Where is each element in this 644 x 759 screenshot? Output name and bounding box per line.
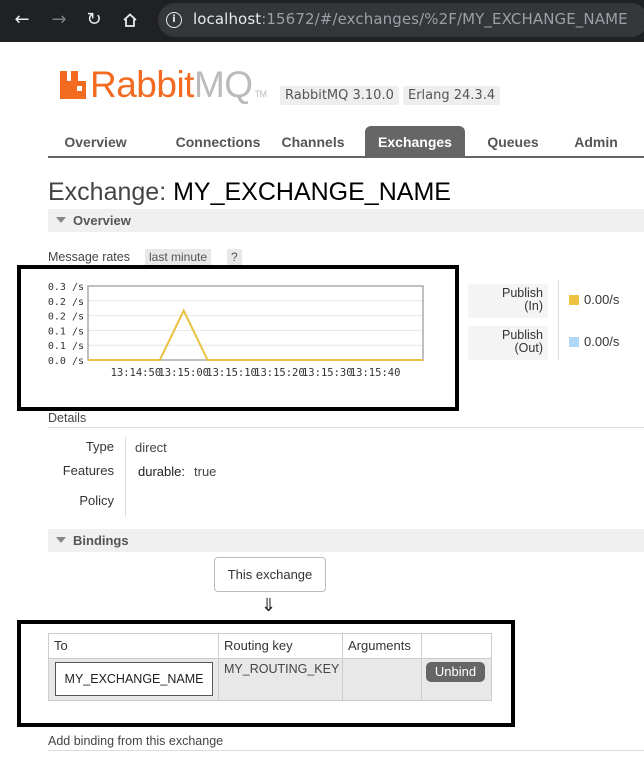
binding-destination-link[interactable]: MY_EXCHANGE_NAME	[55, 662, 213, 696]
legend-divider	[558, 280, 559, 360]
x-tick-label: 13:15:00	[158, 367, 209, 379]
erlang-version-badge: Erlang 24.3.4	[403, 86, 501, 105]
bindings-section-header[interactable]: Bindings	[48, 529, 644, 552]
address-bar[interactable]: i localhost:15672/#/exchanges/%2F/MY_EXC…	[158, 3, 644, 37]
tab-overview[interactable]: Overview	[48, 126, 143, 158]
x-tick-label: 13:15:10	[206, 367, 257, 379]
url-text: localhost:15672/#/exchanges/%2F/MY_EXCHA…	[193, 10, 628, 28]
y-tick-label: 0.1 /s	[48, 326, 84, 337]
overview-section-header[interactable]: Overview	[48, 209, 644, 232]
y-tick-label: 0.2 /s	[48, 297, 84, 308]
cell-divider	[218, 659, 219, 701]
home-icon[interactable]	[119, 9, 141, 31]
unbind-button[interactable]: Unbind	[426, 662, 485, 682]
features-key: durable:	[138, 464, 185, 479]
publish-out-rate: 0.00/s	[584, 334, 620, 349]
y-tick-label: 0.0 /s	[48, 356, 84, 367]
type-value: direct	[135, 440, 167, 455]
details-divider	[48, 427, 644, 428]
legend-publish-out: Publish (Out)	[468, 326, 548, 360]
add-binding-divider	[48, 750, 644, 751]
this-exchange-node: This exchange	[214, 557, 326, 592]
column-header-routing-key: Routing key	[219, 634, 343, 658]
page-title: Exchange: MY_EXCHANGE_NAME	[48, 178, 451, 206]
features-label: Features	[62, 463, 114, 478]
publish-in-rate: 0.00/s	[584, 292, 620, 307]
y-tick-label: 0.1 /s	[48, 341, 84, 352]
column-header-to: To	[49, 634, 219, 658]
overview-section-label: Overview	[73, 213, 131, 228]
tab-channels[interactable]: Channels	[273, 126, 353, 158]
details-label: Details	[48, 411, 87, 425]
policy-label: Policy	[79, 493, 114, 508]
site-info-icon[interactable]: i	[166, 12, 182, 28]
cell-divider	[342, 659, 343, 701]
x-tick-label: 13:14:50	[111, 367, 162, 379]
legend-swatch-in	[569, 295, 579, 305]
rabbitmq-version-badge: RabbitMQ 3.10.0	[280, 86, 399, 105]
legend-publish-in: Publish (In)	[468, 284, 548, 318]
y-tick-label: 0.2 /s	[48, 312, 84, 323]
bindings-section-label: Bindings	[73, 533, 129, 548]
tab-exchanges[interactable]: Exchanges	[365, 126, 465, 158]
collapse-triangle-icon	[56, 537, 66, 543]
details-vline	[125, 437, 126, 517]
x-tick-label: 13:15:20	[254, 367, 305, 379]
bindings-table: To Routing key Arguments MY_EXCHANGE_NAM…	[48, 633, 492, 701]
main-nav-tabs: Overview Connections Channels Exchanges …	[48, 126, 644, 158]
range-selector-chip[interactable]: last minute	[145, 249, 212, 266]
series-line	[88, 308, 423, 361]
tab-queues[interactable]: Queues	[475, 126, 551, 158]
plot-frame	[87, 285, 424, 361]
logo-wordmark: RabbitMQ TM	[90, 64, 267, 105]
forward-arrow-icon[interactable]: →	[48, 9, 70, 31]
help-chip[interactable]: ?	[227, 249, 242, 266]
table-row: MY_EXCHANGE_NAME MY_ROUTING_KEY Unbind	[49, 658, 491, 701]
tab-admin[interactable]: Admin	[560, 126, 632, 158]
x-tick-label: 13:15:40	[350, 367, 401, 379]
legend-swatch-out	[569, 337, 579, 347]
rabbitmq-logo-icon	[60, 71, 86, 99]
message-rates-chart: 0.3 /s 0.2 /s 0.2 /s 0.1 /s 0.1 /s 0.0 /s 13:1…	[48, 282, 424, 379]
features-value: true	[194, 464, 217, 479]
back-arrow-icon[interactable]: ←	[11, 9, 33, 31]
binding-routing-key: MY_ROUTING_KEY	[224, 662, 340, 676]
cell-divider	[421, 659, 422, 701]
message-rates-label: Message rates	[48, 250, 130, 264]
column-header-arguments: Arguments	[343, 634, 422, 658]
y-tick-label: 0.3 /s	[48, 282, 84, 293]
x-tick-label: 13:15:30	[302, 367, 353, 379]
collapse-triangle-icon	[56, 217, 66, 223]
series-line	[88, 308, 423, 361]
reload-icon[interactable]: ↻	[83, 9, 105, 31]
down-double-arrow-icon: ⇓	[261, 595, 277, 616]
browser-toolbar: ← → ↻ i localhost:15672/#/exchanges/%2F/…	[0, 0, 644, 42]
type-label: Type	[85, 439, 114, 454]
tab-connections[interactable]: Connections	[153, 126, 283, 158]
add-binding-label[interactable]: Add binding from this exchange	[48, 734, 223, 748]
